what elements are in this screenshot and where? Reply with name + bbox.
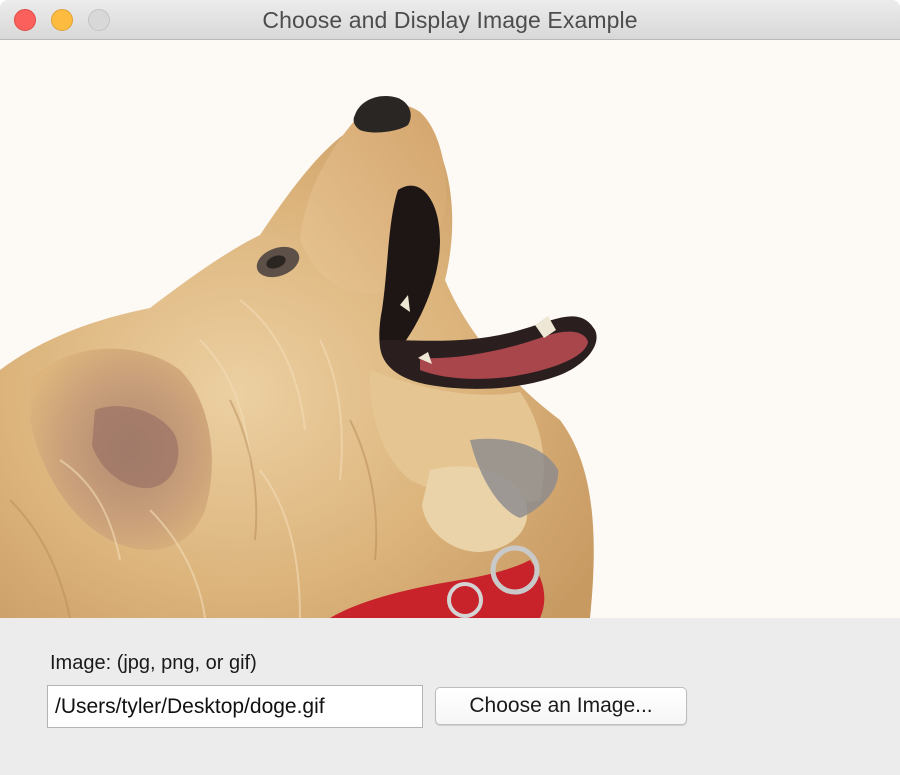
choose-image-button[interactable]: Choose an Image... <box>435 687 687 725</box>
image-view <box>0 40 900 618</box>
image-path-label: Image: (jpg, png, or gif) <box>50 652 257 674</box>
title-bar[interactable]: Choose and Display Image Example <box>0 0 900 40</box>
controls-panel: Image: (jpg, png, or gif) Choose an Imag… <box>0 618 900 775</box>
window-title: Choose and Display Image Example <box>262 7 638 33</box>
app-window: Choose and Display Image Example Image: … <box>0 0 900 775</box>
dog-image <box>0 40 900 618</box>
image-path-input[interactable] <box>47 685 423 728</box>
